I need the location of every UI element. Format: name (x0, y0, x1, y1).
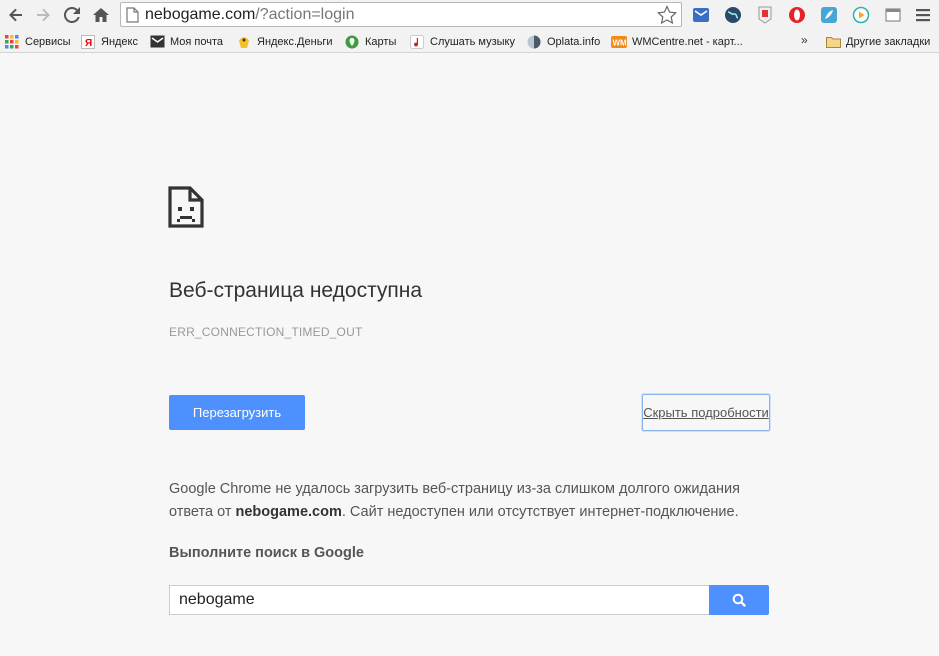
bookmark-maps[interactable]: Карты (344, 33, 396, 50)
home-icon (93, 8, 109, 22)
hide-details-button[interactable]: Скрыть подробности (642, 394, 770, 431)
bookmarks-overflow-chevron[interactable]: » (801, 33, 808, 47)
bookmark-yandex[interactable]: Я Яндекс (80, 33, 138, 50)
music-icon (409, 34, 425, 50)
bookmark-oplata[interactable]: Oplata.info (526, 33, 600, 50)
opera-extension-icon[interactable] (786, 4, 808, 26)
browser-toolbar: nebogame.com/?action=login (0, 0, 939, 30)
folder-icon (825, 34, 841, 50)
address-bar[interactable]: nebogame.com/?action=login (120, 2, 682, 27)
bookmark-wmcentre[interactable]: WM WMCentre.net - карт... (611, 33, 743, 50)
error-title: Веб-страница недоступна (169, 279, 423, 302)
menu-button[interactable] (912, 4, 934, 26)
play-extension-icon[interactable] (850, 4, 872, 26)
bookmark-star-icon[interactable] (657, 5, 677, 25)
maps-icon (344, 34, 360, 50)
yandex-money-icon (236, 34, 252, 50)
reload-icon (64, 7, 80, 23)
bookmark-label: WMCentre.net - карт... (632, 35, 743, 48)
bookmark-label: Яндекс (101, 35, 138, 48)
other-bookmarks-folder[interactable]: Другие закладки (825, 33, 930, 50)
search-input[interactable] (169, 585, 709, 615)
sad-page-icon (168, 186, 204, 228)
oplata-icon (526, 34, 542, 50)
search-heading: Выполните поиск в Google (169, 545, 364, 561)
back-button[interactable] (4, 3, 28, 27)
bookmark-label: Карты (365, 35, 397, 48)
bookmarks-bar: Сервисы Я Яндекс Моя почта Яндекс.Деньги… (0, 30, 939, 53)
mail-extension-icon[interactable] (690, 4, 712, 26)
reload-toolbar-button[interactable] (60, 3, 84, 27)
bookmark-label: Oplata.info (547, 35, 601, 48)
apps-grid-icon (4, 34, 20, 50)
rss-extension-icon[interactable] (754, 4, 776, 26)
feather-extension-icon[interactable] (818, 4, 840, 26)
svg-text:WM: WM (613, 38, 628, 47)
search-icon (732, 593, 746, 607)
url-text: nebogame.com/?action=login (145, 6, 354, 24)
back-arrow-icon (9, 8, 22, 22)
url-path: /?action=login (255, 6, 355, 23)
hamburger-menu-icon (916, 9, 930, 22)
bookmark-label: Яндекс.Деньги (257, 35, 333, 48)
error-code: ERR_CONNECTION_TIMED_OUT (169, 325, 363, 339)
globe-extension-icon[interactable] (722, 4, 744, 26)
bookmark-yandex-money[interactable]: Яндекс.Деньги (236, 33, 333, 50)
bookmark-mail[interactable]: Моя почта (149, 33, 223, 50)
svg-text:Я: Я (85, 38, 92, 49)
desc-host: nebogame.com (235, 504, 342, 520)
page-icon (126, 7, 139, 23)
window-extension-icon[interactable] (882, 4, 904, 26)
forward-button[interactable] (31, 3, 55, 27)
bookmark-label: Слушать музыку (430, 35, 515, 48)
mail-icon (149, 34, 165, 50)
bookmark-music[interactable]: Слушать музыку (409, 33, 515, 50)
bookmark-label: Моя почта (170, 35, 224, 48)
desc-text-2: . Сайт недоступен или отсутствует интерн… (341, 504, 739, 520)
home-button[interactable] (89, 3, 113, 27)
wmcentre-icon: WM (611, 34, 627, 50)
bookmark-services[interactable]: Сервисы (4, 33, 71, 50)
yandex-icon: Я (80, 34, 96, 50)
other-bookmarks-label: Другие закладки (846, 35, 931, 48)
forward-arrow-icon (37, 8, 50, 22)
bookmark-label: Сервисы (25, 35, 71, 48)
url-host: nebogame.com (145, 6, 256, 23)
error-description: Google Chrome не удалось загрузить веб-с… (169, 478, 769, 524)
search-button[interactable] (709, 585, 769, 615)
reload-button[interactable]: Перезагрузить (169, 395, 305, 430)
